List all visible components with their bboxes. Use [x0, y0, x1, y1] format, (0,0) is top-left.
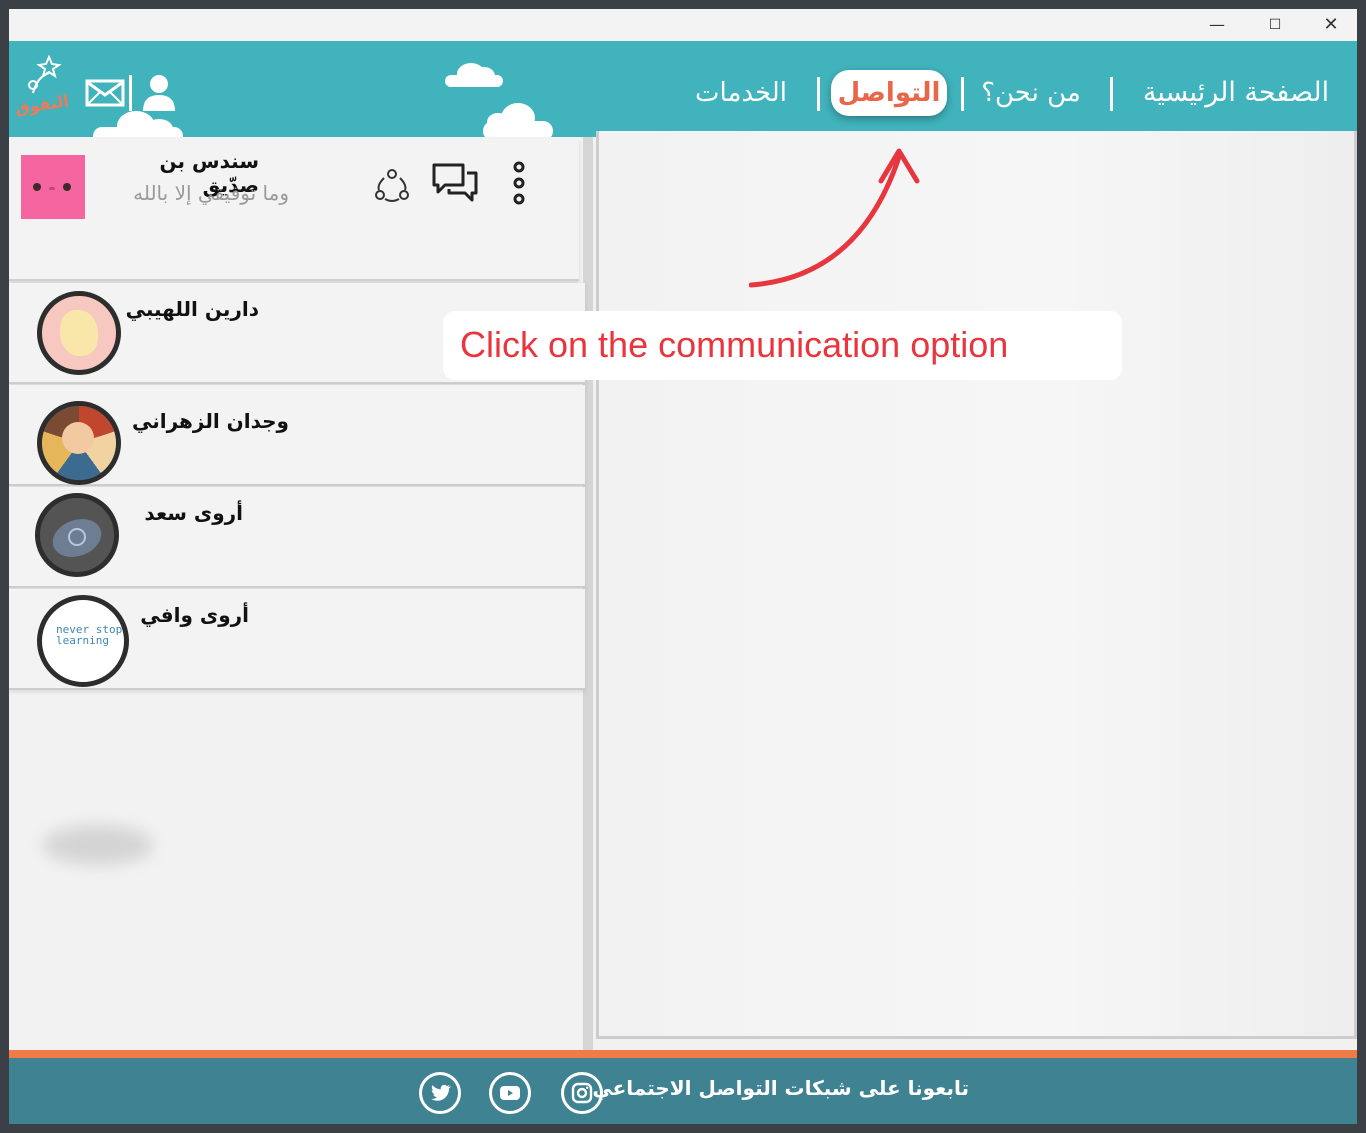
twitter-icon[interactable] [419, 1072, 461, 1114]
mail-icon[interactable] [85, 79, 125, 107]
annotation-arrow-icon [749, 148, 920, 288]
nav-divider [817, 77, 820, 111]
avatar-text: never stop learning [56, 623, 123, 647]
cloud-decoration [93, 111, 183, 137]
cloud-decoration [445, 63, 503, 87]
nav-services[interactable]: الخدمات [685, 69, 797, 117]
avatar[interactable] [37, 401, 121, 485]
chat-icon[interactable] [431, 161, 479, 203]
title-bar: — ☐ ✕ [9, 9, 1357, 41]
footer-text: تابعونا على شبكات التواصل الاجتماعي [592, 1076, 969, 1100]
share-icon[interactable] [373, 167, 411, 205]
avatar[interactable]: never stop learning [37, 595, 129, 687]
logo-icon[interactable]: التفوق [14, 53, 75, 121]
contact-name: دارين اللهيبي [125, 297, 259, 321]
avatar-planet [68, 528, 86, 546]
list-item[interactable]: never stop learning أروى وافي [9, 589, 585, 690]
youtube-icon[interactable] [489, 1072, 531, 1114]
maximize-button[interactable]: ☐ [1255, 9, 1295, 41]
contacts-panel: سندس بن صدّيق وما توفيقي إلا بالله دارين… [9, 137, 593, 1050]
user-icon[interactable] [141, 73, 177, 113]
footer-accent-line [9, 1050, 1357, 1058]
chat-area[interactable] [596, 131, 1357, 1039]
avatar-image [60, 310, 98, 356]
contact-name: وجدان الزهراني [131, 409, 289, 433]
minimize-button[interactable]: — [1197, 9, 1237, 41]
list-item[interactable]: وجدان الزهراني [9, 385, 585, 486]
contact-name: أروى وافي [140, 603, 249, 627]
close-button[interactable]: ✕ [1311, 9, 1351, 41]
profile-card: سندس بن صدّيق وما توفيقي إلا بالله [9, 139, 579, 281]
nav-contact[interactable]: التواصل [831, 70, 947, 116]
annotation-text: Click on the communication option [460, 324, 1009, 365]
footer: تابعونا على شبكات التواصل الاجتماعي [9, 1058, 1357, 1124]
nav-about[interactable]: من نحن؟ [977, 69, 1085, 117]
more-vertical-icon[interactable] [509, 159, 529, 209]
annotation-callout: Click on the communication option [443, 311, 1122, 380]
avatar[interactable] [21, 155, 85, 219]
nav-home[interactable]: الصفحة الرئيسية [1139, 69, 1333, 117]
decorative-shadow [43, 825, 153, 865]
profile-status: وما توفيقي إلا بالله [133, 181, 289, 205]
avatar-mouth [49, 187, 55, 190]
avatar-face [62, 422, 94, 454]
avatar[interactable] [35, 493, 119, 577]
app-window: — ☐ ✕ التفوق الصفحة الرئيسية من نحن؟ الت… [9, 9, 1357, 1124]
list-item[interactable]: أروى سعد [9, 487, 585, 588]
nav-divider [1110, 77, 1113, 111]
avatar-eye [33, 183, 41, 191]
header-divider [129, 75, 132, 111]
nav-divider [961, 77, 964, 111]
header-bar: التفوق الصفحة الرئيسية من نحن؟ التواصل ا… [9, 41, 1357, 137]
avatar[interactable] [37, 291, 121, 375]
avatar-eye [63, 183, 71, 191]
cloud-decoration [483, 103, 553, 137]
contact-name: أروى سعد [144, 501, 243, 525]
